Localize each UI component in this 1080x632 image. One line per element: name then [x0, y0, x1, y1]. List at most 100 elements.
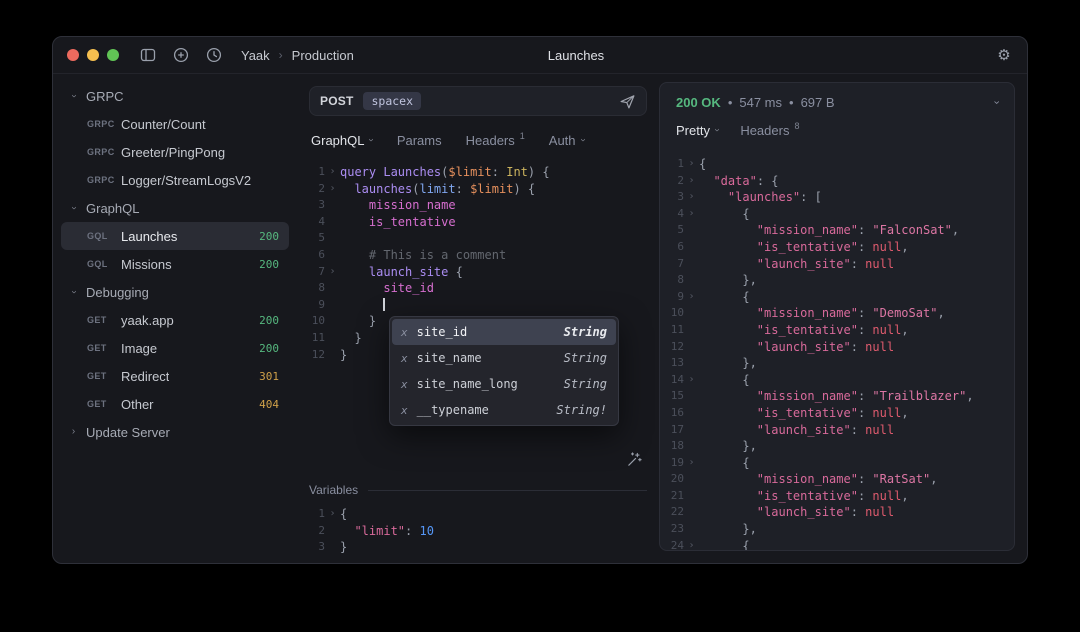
close-window-button[interactable] [67, 49, 79, 61]
sidebar-section-update-server[interactable]: ›Update Server [61, 418, 289, 446]
sidebar-item-logger-streamlogsv2[interactable]: GRPCLogger/StreamLogsV2 [61, 166, 289, 194]
line-number: 13 [668, 355, 684, 372]
response-body[interactable]: 1›{2› "data": {3› "launches": [4› {5 "mi… [660, 156, 1014, 550]
code-text: "mission_name": "FalconSat", [699, 222, 959, 239]
line-number: 6 [668, 239, 684, 256]
suggestion-label: __typename [417, 403, 489, 417]
request-tab-graphql[interactable]: GraphQL› [311, 133, 373, 148]
code-text: "limit": 10 [340, 523, 434, 540]
request-tab-params[interactable]: Params [397, 133, 442, 148]
request-name: Image [121, 341, 157, 356]
active-request-title: Launches [548, 48, 604, 63]
section-label: GRPC [86, 89, 124, 104]
chevron-down-icon: › [69, 204, 79, 213]
request-name: Redirect [121, 369, 169, 384]
fold-chevron-icon: › [684, 156, 699, 173]
code-line: 24› { [668, 538, 1014, 550]
request-name: Missions [121, 257, 172, 272]
fold-chevron-icon: › [684, 189, 699, 206]
code-text: } [340, 539, 347, 556]
code-text: { [340, 506, 347, 523]
line-number: 2 [668, 173, 684, 190]
gear-icon[interactable]: ⚙ [995, 46, 1013, 64]
status-badge: 200 [259, 342, 279, 355]
sidebar-item-yaak-app[interactable]: GETyaak.app200 [61, 306, 289, 334]
code-line: 6 # This is a comment [309, 247, 647, 264]
autocomplete-item-typename[interactable]: x__typenameString! [392, 397, 616, 423]
sidebar-section-graphql[interactable]: ›GraphQL [61, 194, 289, 222]
url-template-pill[interactable]: spacex [363, 92, 421, 110]
field-icon: x [401, 404, 408, 417]
fold-spacer [684, 272, 699, 289]
line-number: 4 [309, 214, 325, 231]
line-number: 7 [668, 256, 684, 273]
fold-chevron-icon: › [325, 164, 340, 181]
tab-label: Params [397, 133, 442, 148]
sidebar-item-redirect[interactable]: GETRedirect301 [61, 362, 289, 390]
sidebar-toggle-icon[interactable] [139, 46, 157, 64]
code-text: { [699, 206, 750, 223]
magic-wand-icon[interactable] [626, 451, 643, 473]
titlebar-toolbar [139, 46, 223, 64]
line-number: 7 [309, 264, 325, 281]
code-line: 17 "launch_site": null [668, 422, 1014, 439]
fold-chevron-icon: › [684, 455, 699, 472]
request-name: Counter/Count [121, 117, 206, 132]
code-text: "launches": [ [699, 189, 822, 206]
sidebar-item-other[interactable]: GETOther404 [61, 390, 289, 418]
code-text: } [340, 347, 347, 364]
response-size: 697 B [801, 95, 835, 110]
tab-label: GraphQL [311, 133, 364, 148]
request-tab-auth[interactable]: Auth› [549, 133, 584, 148]
code-line: 12 "launch_site": null [668, 339, 1014, 356]
autocomplete-item-site-id[interactable]: xsite_idString [392, 319, 616, 345]
tab-badge: 8 [794, 121, 799, 131]
fold-spacer [684, 355, 699, 372]
sidebar-section-debugging[interactable]: ›Debugging [61, 278, 289, 306]
chevron-down-icon[interactable]: › [991, 101, 1002, 105]
method-label: GRPC [87, 119, 121, 129]
fold-spacer [684, 521, 699, 538]
code-line: 3} [309, 539, 647, 556]
history-icon[interactable] [205, 46, 223, 64]
response-tab-pretty[interactable]: Pretty› [676, 123, 718, 138]
chevron-right-icon: › [279, 48, 283, 62]
fold-spacer [684, 504, 699, 521]
breadcrumb-environment[interactable]: Production [292, 48, 354, 63]
response-tab-headers[interactable]: Headers 8 [740, 123, 799, 138]
autocomplete-item-site-name[interactable]: xsite_nameString [392, 345, 616, 371]
autocomplete-item-site-name-long[interactable]: xsite_name_longString [392, 371, 616, 397]
sidebar-item-image[interactable]: GETImage200 [61, 334, 289, 362]
tab-label: Headers [740, 123, 789, 138]
field-icon: x [401, 326, 408, 339]
code-text: "is_tentative": null, [699, 322, 909, 339]
request-panel: POST spacex GraphQL›ParamsHeaders1Auth› … [297, 74, 659, 563]
minimize-window-button[interactable] [87, 49, 99, 61]
send-icon[interactable] [618, 92, 636, 110]
breadcrumb-workspace[interactable]: Yaak [241, 48, 270, 63]
sidebar-item-greeter-pingpong[interactable]: GRPCGreeter/PingPong [61, 138, 289, 166]
sidebar-section-grpc[interactable]: ›GRPC [61, 82, 289, 110]
url-bar[interactable]: POST spacex [309, 86, 647, 116]
add-request-icon[interactable] [172, 46, 190, 64]
sidebar-item-missions[interactable]: GQLMissions200 [61, 250, 289, 278]
code-line: 18 }, [668, 438, 1014, 455]
code-text: launches(limit: $limit) { [340, 181, 535, 198]
fold-chevron-icon: › [325, 506, 340, 523]
variables-editor[interactable]: 1›{2 "limit": 103} [309, 506, 647, 556]
text-cursor [383, 298, 385, 311]
fold-spacer [684, 322, 699, 339]
request-tab-headers[interactable]: Headers1 [466, 133, 525, 148]
sidebar-item-counter-count[interactable]: GRPCCounter/Count [61, 110, 289, 138]
status-badge: 404 [259, 398, 279, 411]
zoom-window-button[interactable] [107, 49, 119, 61]
line-number: 11 [668, 322, 684, 339]
fold-spacer [684, 388, 699, 405]
tab-label: Auth [549, 133, 576, 148]
code-line: 1›query Launches($limit: Int) { [309, 164, 647, 181]
fold-spacer [684, 222, 699, 239]
sidebar-item-launches[interactable]: GQLLaunches200 [61, 222, 289, 250]
line-number: 16 [668, 405, 684, 422]
code-text: "is_tentative": null, [699, 488, 909, 505]
code-text: "mission_name": "Trailblazer", [699, 388, 974, 405]
